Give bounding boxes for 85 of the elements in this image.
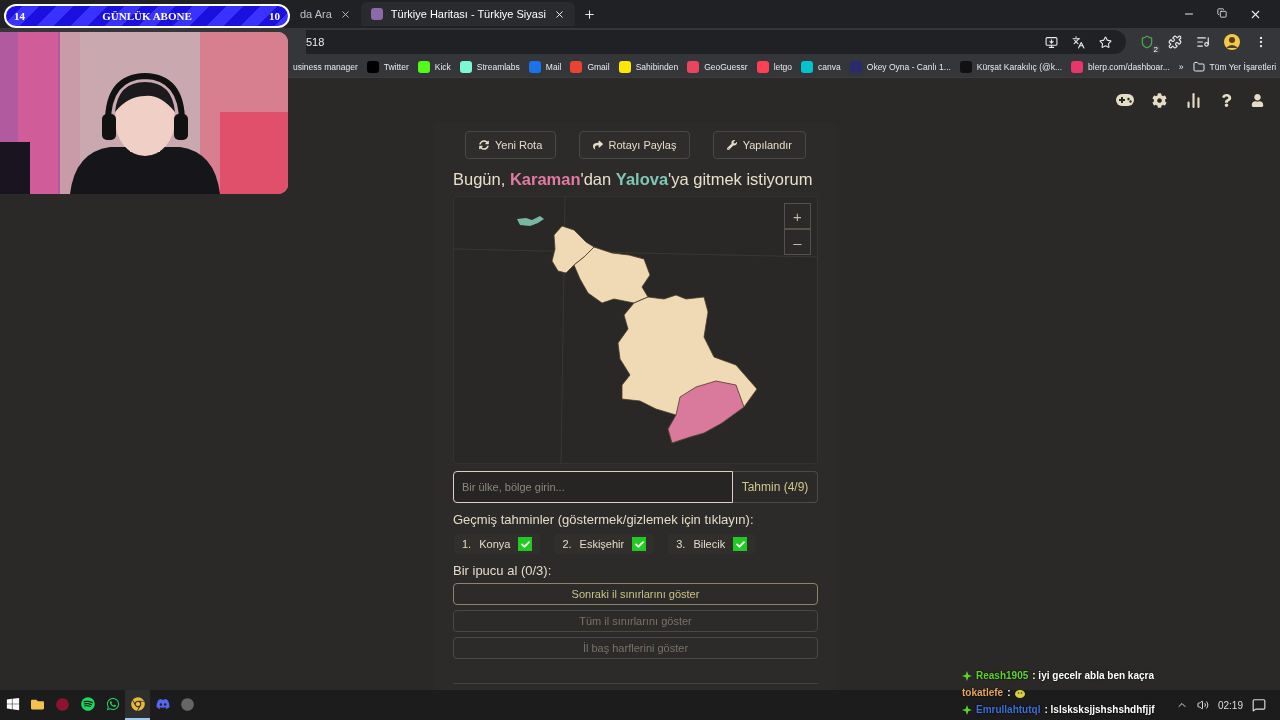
whatsapp-icon[interactable]	[105, 697, 120, 711]
refresh-icon	[479, 140, 489, 150]
guess-chip[interactable]: 1. Konya	[454, 534, 541, 554]
guess-chip[interactable]: 3. Bilecik	[668, 534, 756, 554]
windows-icon[interactable]	[5, 697, 20, 711]
all-bookmarks[interactable]: Tüm Yer İşaretleri	[1192, 60, 1277, 73]
volume-icon[interactable]	[1196, 699, 1209, 711]
goal-label: GÜNLÜK ABONE	[102, 10, 192, 22]
bookmark[interactable]: Sahibinden	[618, 60, 679, 73]
bookmark[interactable]: Gmail	[570, 60, 610, 73]
browser-tab[interactable]: Türkiye Haritası - Türkiye Siyasi	[360, 2, 575, 26]
bookmark-icon	[801, 60, 814, 73]
discord-icon[interactable]	[155, 697, 170, 711]
bookmark-icon	[687, 60, 700, 73]
close-icon[interactable]	[553, 8, 565, 20]
install-icon[interactable]	[1045, 35, 1058, 49]
bookmark-icon	[528, 60, 541, 73]
star-icon[interactable]	[1099, 35, 1112, 49]
history-label: Geçmiş tahminler (göstermek/gizlemek için tıklayın):	[453, 512, 755, 527]
bookmark-icon	[1071, 60, 1083, 73]
chat-message: :	[1007, 687, 1011, 698]
toolbar-button[interactable]: Yapılandır	[712, 131, 806, 159]
user-icon[interactable]	[1251, 93, 1264, 107]
gamepad-icon[interactable]	[1116, 94, 1134, 106]
guess-button[interactable]: Tahmin (4/9)	[733, 471, 818, 503]
plus-badge-icon	[962, 704, 972, 715]
chat-message: : iyi gecelr abla ben kaçra	[1032, 670, 1154, 681]
extensions-icon[interactable]	[1168, 35, 1182, 49]
spotify-icon[interactable]	[80, 697, 95, 711]
bookmark[interactable]: Kick	[417, 60, 451, 73]
bookmark[interactable]: Twitter	[366, 60, 409, 73]
bookmark-icon	[570, 60, 583, 73]
zoom-in-button[interactable]: +	[784, 203, 811, 229]
bookmark-icon	[959, 60, 972, 73]
guess-chip[interactable]: 2. Eskişehir	[554, 534, 655, 554]
new-tab-icon[interactable]	[582, 7, 596, 21]
bookmark[interactable]: usiness manager	[293, 61, 358, 72]
share-icon	[592, 140, 603, 150]
bookmark-icon	[417, 60, 430, 73]
bookmark[interactable]: Okey Oyna - Canlı 1...	[849, 60, 951, 73]
avatar-icon[interactable]	[1224, 34, 1240, 50]
settings-icon[interactable]	[1152, 92, 1167, 108]
zoom-out-button[interactable]: –	[784, 229, 811, 255]
bookmark[interactable]: canva	[801, 60, 841, 73]
bookmark[interactable]: blerp.com/dashboar...	[1071, 60, 1170, 73]
goal-current: 14	[14, 10, 25, 22]
folder-icon[interactable]	[31, 697, 44, 711]
chat-username: tokatlefe	[962, 687, 1004, 698]
chart-icon[interactable]	[1185, 91, 1202, 109]
chat-username: Emrullahtutql	[976, 704, 1041, 715]
hint-label: Bir ipucu al (0/3):	[453, 563, 553, 578]
close-icon[interactable]	[339, 8, 351, 20]
bookmark-icon	[618, 60, 631, 73]
restore-icon[interactable]	[1217, 7, 1227, 18]
folder-icon	[1192, 60, 1205, 73]
clock: 02:19	[1217, 699, 1243, 711]
address-bar[interactable]: 518	[306, 30, 1126, 54]
bookmark[interactable]: Streamlabs	[459, 60, 520, 73]
chrome-icon[interactable]	[130, 697, 145, 711]
chat-message: : lslsksksjjshshshdhfjjf	[1044, 704, 1155, 715]
guess-field[interactable]: Bir ülke, bölge girin...	[453, 471, 733, 503]
route-heading: Bugün, Karaman'dan Yalova'ya gitmek istiyorum	[453, 170, 814, 189]
translate-icon[interactable]	[1072, 35, 1085, 49]
chat-username: Reash1905	[976, 670, 1029, 681]
toolbar-button[interactable]: Yeni Rota	[465, 131, 557, 159]
notifications-icon[interactable]	[1252, 698, 1266, 712]
help-icon[interactable]	[1220, 93, 1233, 107]
bookmark-icon	[849, 60, 862, 73]
bookmark-icon	[366, 60, 379, 73]
wrench-icon	[726, 140, 737, 150]
goal-target: 10	[269, 10, 280, 22]
bookmark-icon	[756, 60, 769, 73]
bookmark-icon	[459, 60, 472, 73]
bookmark[interactable]: Mail	[528, 60, 562, 73]
hint-button[interactable]: Sonraki il sınırlarını göster	[453, 583, 818, 605]
shield-icon[interactable]	[1140, 35, 1154, 49]
toolbar-button[interactable]: Rotayı Paylaş	[578, 131, 691, 159]
more-bookmarks[interactable]: »	[1178, 61, 1184, 72]
bookmark[interactable]: Kürşat Karakılıç (@k...	[959, 60, 1062, 73]
extension-count: 2	[1151, 45, 1160, 54]
plus-badge-icon	[962, 670, 972, 681]
browser-tab[interactable]: da Ara	[290, 2, 361, 26]
bookmark[interactable]: letgo	[756, 60, 793, 73]
bookmark[interactable]: GeoGuessr	[687, 60, 748, 73]
media-icon[interactable]	[1196, 35, 1210, 49]
